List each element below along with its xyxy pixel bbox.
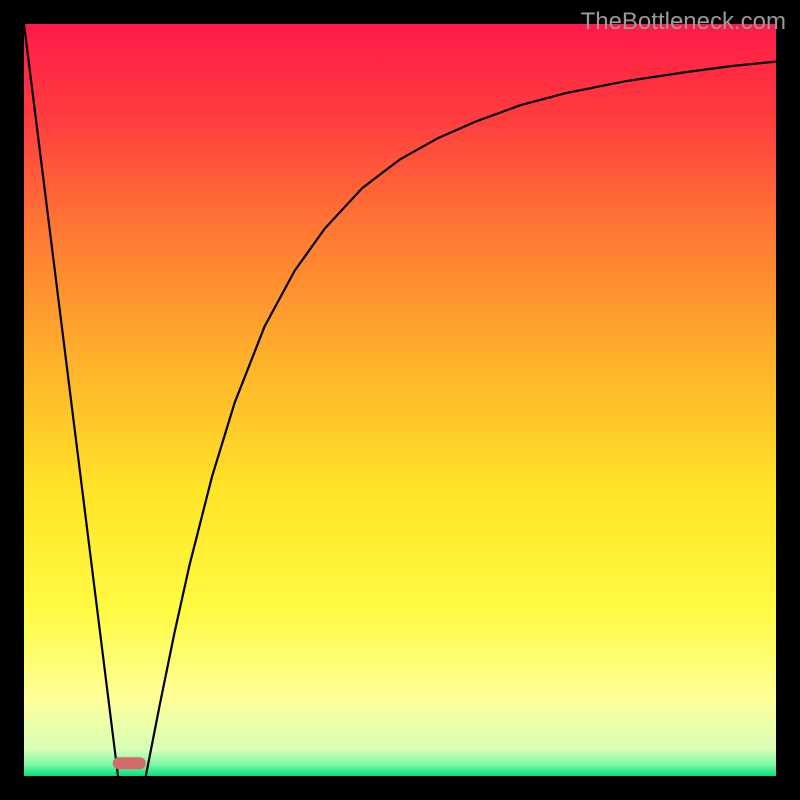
- plot-background: [24, 24, 776, 776]
- marker-layer: [113, 757, 146, 769]
- watermark-text: TheBottleneck.com: [581, 8, 786, 36]
- chart-container: [0, 0, 800, 800]
- valley-marker: [113, 757, 146, 769]
- chart-svg: [24, 24, 776, 776]
